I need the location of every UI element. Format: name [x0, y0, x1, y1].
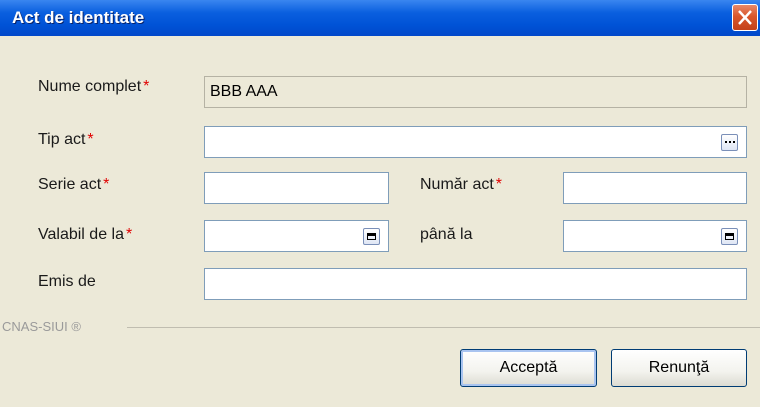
title-bar[interactable]: Act de identitate	[0, 0, 760, 36]
cancel-button[interactable]: Renunţă	[611, 349, 747, 387]
required-marker: *	[87, 131, 94, 148]
close-button[interactable]	[732, 4, 758, 31]
full-name-value: BBB AAA	[210, 83, 278, 100]
required-marker: *	[143, 78, 150, 95]
dialog-window: Act de identitate Nume complet * BBB AAA …	[0, 0, 760, 407]
number-field[interactable]	[563, 172, 747, 204]
valid-to-label-text: până la	[420, 226, 473, 243]
valid-from-label: Valabil de la *	[38, 226, 132, 244]
full-name-label-text: Nume complet	[38, 78, 142, 95]
valid-to-field[interactable]	[563, 220, 747, 252]
full-name-field: BBB AAA	[204, 76, 747, 108]
valid-from-field[interactable]	[204, 220, 389, 252]
doc-type-label-text: Tip act	[38, 131, 86, 148]
required-marker: *	[103, 176, 110, 193]
number-label: Număr act *	[420, 176, 502, 194]
separator-line	[127, 327, 760, 328]
dialog-title: Act de identitate	[12, 8, 145, 27]
doc-type-field[interactable]	[204, 126, 747, 158]
doc-type-label: Tip act *	[38, 131, 94, 149]
valid-from-date-button[interactable]	[363, 228, 380, 245]
issued-by-field[interactable]	[204, 268, 747, 300]
series-label-text: Serie act	[38, 176, 102, 193]
required-marker: *	[495, 176, 503, 193]
issued-by-label-text: Emis de	[38, 273, 96, 290]
number-label-text: Număr act	[420, 176, 494, 193]
valid-to-label: până la	[420, 226, 473, 244]
doc-type-browse-button[interactable]	[721, 134, 738, 151]
required-marker: *	[125, 226, 133, 243]
series-label: Serie act *	[38, 176, 109, 194]
valid-to-date-button[interactable]	[721, 228, 738, 245]
full-name-label: Nume complet *	[38, 78, 149, 96]
accept-button[interactable]: Acceptă	[460, 349, 597, 387]
valid-from-label-text: Valabil de la	[38, 226, 124, 243]
ellipsis-icon	[725, 141, 735, 144]
issued-by-label: Emis de	[38, 273, 96, 291]
calendar-icon	[725, 233, 734, 240]
brand-separator-label: CNAS-SIUI ®	[2, 319, 81, 334]
close-icon	[738, 10, 752, 25]
calendar-icon	[367, 233, 376, 240]
series-field[interactable]	[204, 172, 389, 204]
